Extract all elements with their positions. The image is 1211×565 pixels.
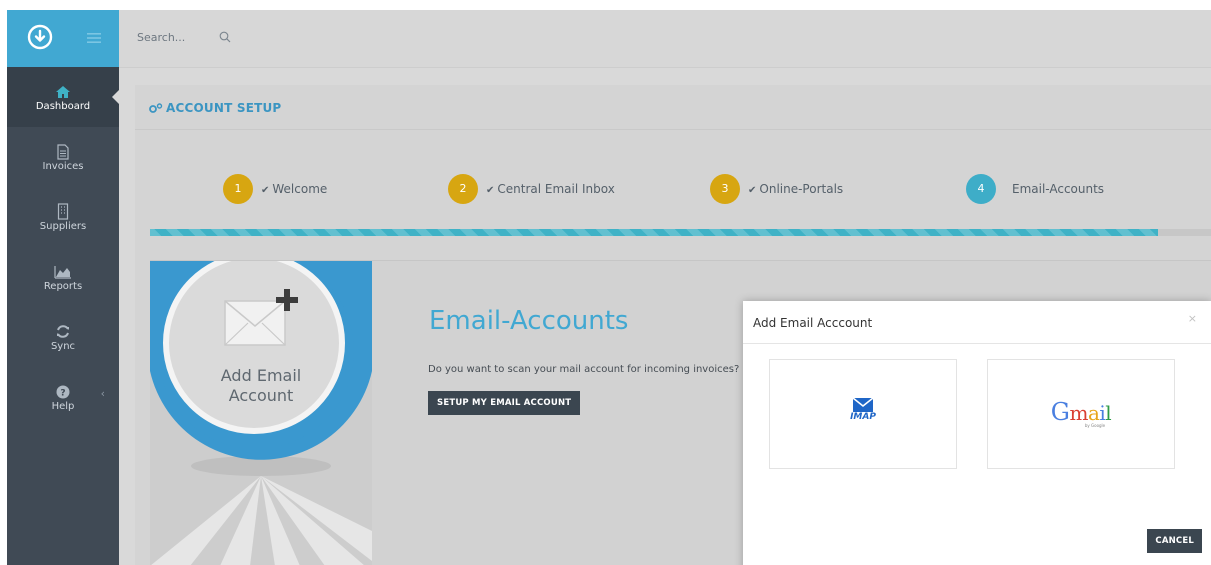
- sidebar-item-label: Sync: [50, 341, 76, 352]
- hamburger-menu-icon[interactable]: [87, 32, 101, 44]
- hero-graphic: [150, 261, 372, 565]
- modal-header: Add Email Acccount ×: [743, 301, 1211, 344]
- imap-label: IMAP: [850, 412, 876, 422]
- sidebar-item-help[interactable]: ? Help ‹: [7, 367, 119, 427]
- sidebar-item-invoices[interactable]: Invoices: [7, 127, 119, 187]
- sidebar-item-sync[interactable]: Sync: [7, 307, 119, 367]
- sidebar-item-label: Help: [51, 401, 75, 412]
- gmail-label: Gmail: [1050, 398, 1112, 426]
- sidebar-item-suppliers[interactable]: Suppliers: [7, 187, 119, 247]
- svg-text:?: ?: [60, 389, 65, 399]
- check-icon: ✔: [486, 185, 495, 196]
- envelope-icon: [224, 300, 286, 346]
- active-indicator: [112, 89, 120, 105]
- setup-progress-bar: [150, 229, 1211, 236]
- check-icon: ✔: [261, 185, 270, 196]
- app-window: Dashboard Invoices Suppliers Reports Syn…: [7, 10, 1211, 565]
- download-logo-icon[interactable]: [27, 24, 53, 50]
- add-email-account-modal: Add Email Acccount × IMAP Gmail by Googl…: [743, 301, 1211, 565]
- sidebar: Dashboard Invoices Suppliers Reports Syn…: [7, 10, 120, 565]
- content-question: Do you want to scan your mail account fo…: [428, 364, 740, 375]
- step-label: ✔ Online-Portals: [748, 182, 844, 196]
- gmail-logo: Gmail by Google: [988, 398, 1174, 428]
- step-number: 4: [966, 174, 996, 204]
- home-icon: [56, 86, 70, 98]
- imap-logo: IMAP: [770, 398, 956, 422]
- building-icon: [57, 203, 69, 220]
- document-icon: [57, 144, 69, 160]
- sidebar-item-label: Reports: [43, 281, 83, 292]
- step-number: 1: [223, 174, 253, 204]
- add-email-account-label: Add Email Account: [220, 366, 302, 405]
- add-email-account-illustration[interactable]: Add Email Account: [150, 261, 372, 565]
- step-number: 3: [710, 174, 740, 204]
- cancel-button[interactable]: CANCEL: [1147, 529, 1202, 553]
- refresh-icon: [57, 325, 69, 338]
- check-icon: ✔: [748, 185, 757, 196]
- imap-option[interactable]: IMAP: [769, 359, 957, 469]
- sidebar-item-reports[interactable]: Reports: [7, 247, 119, 307]
- chevron-left-icon[interactable]: ‹: [101, 387, 105, 400]
- envelope-icon: [853, 398, 873, 412]
- content-title: Email-Accounts: [429, 306, 629, 336]
- cogs-icon: [149, 103, 163, 113]
- brand-bar: [7, 10, 119, 67]
- sidebar-item-label: Invoices: [42, 161, 84, 172]
- panel-header: ACCOUNT SETUP: [135, 85, 1211, 130]
- search-icon[interactable]: [219, 31, 231, 43]
- modal-title: Add Email Acccount: [753, 316, 873, 330]
- close-icon[interactable]: ×: [1188, 312, 1197, 325]
- step-number: 2: [448, 174, 478, 204]
- gmail-option[interactable]: Gmail by Google: [987, 359, 1175, 469]
- step-label: ✔ Central Email Inbox: [486, 182, 615, 196]
- panel-title: ACCOUNT SETUP: [149, 101, 281, 115]
- step-label: ✔ Welcome: [261, 182, 328, 196]
- step-label: Email-Accounts: [1012, 182, 1105, 196]
- topbar: [119, 10, 1211, 68]
- area-chart-icon: [54, 266, 71, 279]
- question-circle-icon: ?: [56, 385, 70, 399]
- setup-email-account-button[interactable]: SETUP MY EMAIL ACCOUNT: [428, 391, 581, 415]
- search-input[interactable]: [135, 30, 209, 45]
- sidebar-item-dashboard[interactable]: Dashboard: [7, 67, 120, 127]
- progress-fill: [150, 229, 1158, 236]
- sidebar-item-label: Suppliers: [39, 221, 87, 232]
- sidebar-item-label: Dashboard: [35, 101, 91, 112]
